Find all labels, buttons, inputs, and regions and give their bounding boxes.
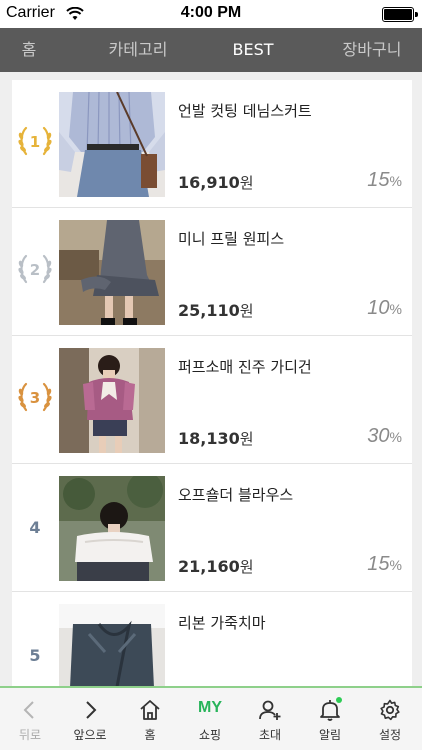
rank-badge: 2	[12, 208, 58, 336]
rank-number: 3	[29, 389, 41, 407]
product-item[interactable]: 5 리본 가죽치마	[12, 592, 412, 686]
rank-number: 2	[29, 261, 41, 279]
gear-icon	[380, 699, 400, 721]
product-item[interactable]: 1 언발 컷팅 데님스커트 16,910원 15%	[12, 80, 412, 208]
back-label: 뒤로	[18, 728, 42, 742]
home-button[interactable]: 홈	[120, 688, 180, 750]
product-name[interactable]: 퍼프소매 진주 가디건	[178, 356, 312, 377]
back-button[interactable]: 뒤로	[0, 688, 60, 750]
product-name[interactable]: 리본 가죽치마	[178, 612, 266, 633]
rank-number: 4	[29, 518, 41, 537]
product-item[interactable]: 4 오프숄더 블라우스 21,160원 15%	[12, 464, 412, 592]
rank-badge: 4	[12, 464, 58, 592]
add-user-icon	[259, 700, 281, 720]
rank-badge: 1	[12, 80, 58, 208]
settings-button[interactable]: 설정	[360, 688, 420, 750]
bottom-toolbar: 뒤로 앞으로 홈 MY 쇼핑 초대 알림 설정	[0, 686, 422, 750]
home-label: 홈	[144, 728, 156, 742]
rank-badge: 5	[12, 592, 58, 686]
settings-label: 설정	[378, 728, 402, 742]
shopping-label: 쇼핑	[198, 728, 222, 742]
battery-icon	[382, 7, 418, 22]
rank-badge: 3	[12, 336, 58, 464]
status-bar: Carrier 4:00 PM	[0, 0, 422, 28]
product-price: 16,910원	[178, 173, 254, 192]
product-item[interactable]: 2 미니 프릴 원피스 25,110원 10%	[12, 208, 412, 336]
chevron-left-icon	[23, 701, 34, 719]
tab-category[interactable]: 카테고리	[90, 28, 186, 72]
my-shopping-button[interactable]: MY 쇼핑	[180, 688, 240, 750]
discount-rate: 10%	[367, 297, 402, 319]
product-price: 25,110원	[178, 301, 254, 320]
discount-rate: 30%	[367, 425, 402, 447]
tab-cart[interactable]: 장바구니	[330, 28, 414, 72]
notifications-button[interactable]: 알림	[300, 688, 360, 750]
invite-button[interactable]: 초대	[240, 688, 300, 750]
product-price: 21,160원	[178, 557, 254, 576]
tab-best[interactable]: BEST	[216, 28, 290, 72]
top-nav: 홈 카테고리 BEST 장바구니	[0, 28, 422, 72]
product-image[interactable]	[59, 348, 165, 453]
product-name[interactable]: 오프숄더 블라우스	[178, 484, 293, 505]
notifications-label: 알림	[318, 728, 342, 742]
home-icon	[140, 700, 160, 720]
product-price: 18,130원	[178, 429, 254, 448]
product-name[interactable]: 언발 컷팅 데님스커트	[178, 100, 312, 121]
product-item[interactable]: 3 퍼프소매 진주 가디건 18,130원 30%	[12, 336, 412, 464]
product-image[interactable]	[59, 220, 165, 325]
clock: 4:00 PM	[180, 4, 242, 21]
tab-home[interactable]: 홈	[0, 28, 58, 72]
rank-number: 1	[29, 133, 41, 151]
forward-button[interactable]: 앞으로	[60, 688, 120, 750]
product-name[interactable]: 미니 프릴 원피스	[178, 228, 284, 249]
invite-label: 초대	[258, 728, 282, 742]
forward-label: 앞으로	[73, 728, 107, 742]
my-icon-text: MY	[198, 699, 222, 716]
chevron-right-icon	[86, 701, 97, 719]
product-image[interactable]	[59, 92, 165, 197]
product-image[interactable]	[59, 476, 165, 581]
discount-rate: 15%	[367, 169, 402, 191]
product-image[interactable]	[59, 604, 165, 686]
best-product-list: 1 언발 컷팅 데님스커트 16,910원 15% 2 미니 프릴 원피스 25…	[12, 80, 412, 686]
rank-number: 5	[29, 646, 41, 665]
notification-dot	[336, 697, 342, 703]
discount-rate: 15%	[367, 553, 402, 575]
